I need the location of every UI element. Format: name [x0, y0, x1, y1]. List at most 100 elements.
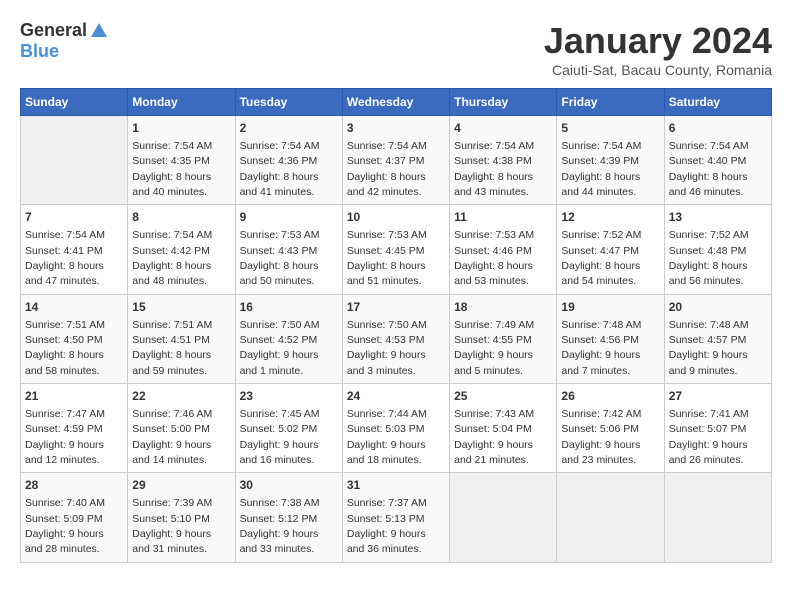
logo-icon	[89, 21, 109, 41]
day-info: Sunrise: 7:49 AM Sunset: 4:55 PM Dayligh…	[454, 319, 534, 377]
day-number: 23	[240, 388, 338, 405]
weekday-header-row: SundayMondayTuesdayWednesdayThursdayFrid…	[21, 89, 772, 116]
day-number: 10	[347, 209, 445, 226]
calendar-cell: 5 Sunrise: 7:54 AM Sunset: 4:39 PM Daylig…	[557, 116, 664, 205]
logo-blue-text: Blue	[20, 41, 59, 62]
day-info: Sunrise: 7:40 AM Sunset: 5:09 PM Dayligh…	[25, 497, 105, 555]
calendar-cell: 1 Sunrise: 7:54 AM Sunset: 4:35 PM Daylig…	[128, 116, 235, 205]
day-info: Sunrise: 7:54 AM Sunset: 4:39 PM Dayligh…	[561, 140, 641, 198]
calendar-cell: 15 Sunrise: 7:51 AM Sunset: 4:51 PM Dayli…	[128, 294, 235, 383]
calendar-week-row: 14 Sunrise: 7:51 AM Sunset: 4:50 PM Dayli…	[21, 294, 772, 383]
day-number: 1	[132, 120, 230, 137]
day-info: Sunrise: 7:46 AM Sunset: 5:00 PM Dayligh…	[132, 408, 212, 466]
calendar-cell: 8Sunrise: 7:54 AM Sunset: 4:42 PM Daylig…	[128, 205, 235, 294]
calendar-cell: 13Sunrise: 7:52 AM Sunset: 4:48 PM Dayli…	[664, 205, 771, 294]
calendar-cell	[450, 473, 557, 562]
calendar-cell: 4 Sunrise: 7:54 AM Sunset: 4:38 PM Daylig…	[450, 116, 557, 205]
calendar-cell: 31Sunrise: 7:37 AM Sunset: 5:13 PM Dayli…	[342, 473, 449, 562]
calendar-cell: 12Sunrise: 7:52 AM Sunset: 4:47 PM Dayli…	[557, 205, 664, 294]
calendar-cell	[21, 116, 128, 205]
day-info: Sunrise: 7:51 AM Sunset: 4:51 PM Dayligh…	[132, 319, 212, 377]
calendar-cell: 11 Sunrise: 7:53 AM Sunset: 4:46 PM Dayli…	[450, 205, 557, 294]
day-info: Sunrise: 7:52 AM Sunset: 4:48 PM Dayligh…	[669, 229, 749, 287]
day-info: Sunrise: 7:42 AM Sunset: 5:06 PM Dayligh…	[561, 408, 641, 466]
calendar-cell: 6 Sunrise: 7:54 AM Sunset: 4:40 PM Daylig…	[664, 116, 771, 205]
day-number: 25	[454, 388, 552, 405]
weekday-header: Thursday	[450, 89, 557, 116]
day-number: 31	[347, 477, 445, 494]
calendar-week-row: 7 Sunrise: 7:54 AM Sunset: 4:41 PM Daylig…	[21, 205, 772, 294]
weekday-header: Friday	[557, 89, 664, 116]
day-number: 29	[132, 477, 230, 494]
day-info: Sunrise: 7:54 AM Sunset: 4:41 PM Dayligh…	[25, 229, 105, 287]
day-info: Sunrise: 7:53 AM Sunset: 4:45 PM Dayligh…	[347, 229, 427, 287]
calendar-cell: 22 Sunrise: 7:46 AM Sunset: 5:00 PM Dayli…	[128, 384, 235, 473]
calendar-cell: 20Sunrise: 7:48 AM Sunset: 4:57 PM Dayli…	[664, 294, 771, 383]
calendar-cell: 23 Sunrise: 7:45 AM Sunset: 5:02 PM Dayli…	[235, 384, 342, 473]
day-info: Sunrise: 7:43 AM Sunset: 5:04 PM Dayligh…	[454, 408, 534, 466]
calendar-cell	[557, 473, 664, 562]
day-number: 5	[561, 120, 659, 137]
weekday-header: Sunday	[21, 89, 128, 116]
day-info: Sunrise: 7:45 AM Sunset: 5:02 PM Dayligh…	[240, 408, 320, 466]
day-number: 9	[240, 209, 338, 226]
calendar-cell: 17Sunrise: 7:50 AM Sunset: 4:53 PM Dayli…	[342, 294, 449, 383]
day-number: 11	[454, 209, 552, 226]
calendar-cell: 21Sunrise: 7:47 AM Sunset: 4:59 PM Dayli…	[21, 384, 128, 473]
day-number: 16	[240, 299, 338, 316]
day-number: 18	[454, 299, 552, 316]
calendar-cell: 9 Sunrise: 7:53 AM Sunset: 4:43 PM Daylig…	[235, 205, 342, 294]
day-number: 22	[132, 388, 230, 405]
day-info: Sunrise: 7:54 AM Sunset: 4:42 PM Dayligh…	[132, 229, 212, 287]
logo-general-text: General	[20, 20, 87, 41]
day-info: Sunrise: 7:48 AM Sunset: 4:57 PM Dayligh…	[669, 319, 749, 377]
calendar-cell: 2Sunrise: 7:54 AM Sunset: 4:36 PM Daylig…	[235, 116, 342, 205]
day-number: 17	[347, 299, 445, 316]
day-number: 7	[25, 209, 123, 226]
month-title: January 2024	[544, 20, 772, 62]
calendar-cell: 14 Sunrise: 7:51 AM Sunset: 4:50 PM Dayli…	[21, 294, 128, 383]
day-number: 14	[25, 299, 123, 316]
day-number: 28	[25, 477, 123, 494]
day-info: Sunrise: 7:54 AM Sunset: 4:40 PM Dayligh…	[669, 140, 749, 198]
calendar-week-row: 28 Sunrise: 7:40 AM Sunset: 5:09 PM Dayli…	[21, 473, 772, 562]
calendar-cell: 16 Sunrise: 7:50 AM Sunset: 4:52 PM Dayli…	[235, 294, 342, 383]
title-area: January 2024 Caiuti-Sat, Bacau County, R…	[544, 20, 772, 78]
day-info: Sunrise: 7:47 AM Sunset: 4:59 PM Dayligh…	[25, 408, 105, 466]
calendar-cell: 26Sunrise: 7:42 AM Sunset: 5:06 PM Dayli…	[557, 384, 664, 473]
day-info: Sunrise: 7:50 AM Sunset: 4:52 PM Dayligh…	[240, 319, 320, 377]
calendar-cell: 27 Sunrise: 7:41 AM Sunset: 5:07 PM Dayli…	[664, 384, 771, 473]
calendar-table: SundayMondayTuesdayWednesdayThursdayFrid…	[20, 88, 772, 563]
day-number: 15	[132, 299, 230, 316]
day-number: 24	[347, 388, 445, 405]
calendar-cell: 19Sunrise: 7:48 AM Sunset: 4:56 PM Dayli…	[557, 294, 664, 383]
day-info: Sunrise: 7:41 AM Sunset: 5:07 PM Dayligh…	[669, 408, 749, 466]
day-info: Sunrise: 7:54 AM Sunset: 4:37 PM Dayligh…	[347, 140, 427, 198]
day-info: Sunrise: 7:54 AM Sunset: 4:38 PM Dayligh…	[454, 140, 534, 198]
day-info: Sunrise: 7:54 AM Sunset: 4:35 PM Dayligh…	[132, 140, 212, 198]
calendar-cell: 3 Sunrise: 7:54 AM Sunset: 4:37 PM Daylig…	[342, 116, 449, 205]
calendar-cell	[664, 473, 771, 562]
day-info: Sunrise: 7:51 AM Sunset: 4:50 PM Dayligh…	[25, 319, 105, 377]
day-info: Sunrise: 7:53 AM Sunset: 4:46 PM Dayligh…	[454, 229, 534, 287]
day-number: 3	[347, 120, 445, 137]
day-info: Sunrise: 7:39 AM Sunset: 5:10 PM Dayligh…	[132, 497, 212, 555]
calendar-cell: 18 Sunrise: 7:49 AM Sunset: 4:55 PM Dayli…	[450, 294, 557, 383]
day-info: Sunrise: 7:52 AM Sunset: 4:47 PM Dayligh…	[561, 229, 641, 287]
day-number: 4	[454, 120, 552, 137]
header: General Blue January 2024 Caiuti-Sat, Ba…	[20, 20, 772, 78]
calendar-cell: 30Sunrise: 7:38 AM Sunset: 5:12 PM Dayli…	[235, 473, 342, 562]
day-info: Sunrise: 7:54 AM Sunset: 4:36 PM Dayligh…	[240, 140, 320, 198]
logo: General Blue	[20, 20, 109, 62]
day-info: Sunrise: 7:44 AM Sunset: 5:03 PM Dayligh…	[347, 408, 427, 466]
day-number: 6	[669, 120, 767, 137]
weekday-header: Wednesday	[342, 89, 449, 116]
calendar-body: 1 Sunrise: 7:54 AM Sunset: 4:35 PM Daylig…	[21, 116, 772, 563]
calendar-week-row: 1 Sunrise: 7:54 AM Sunset: 4:35 PM Daylig…	[21, 116, 772, 205]
day-info: Sunrise: 7:53 AM Sunset: 4:43 PM Dayligh…	[240, 229, 320, 287]
day-number: 27	[669, 388, 767, 405]
day-info: Sunrise: 7:48 AM Sunset: 4:56 PM Dayligh…	[561, 319, 641, 377]
calendar-header: SundayMondayTuesdayWednesdayThursdayFrid…	[21, 89, 772, 116]
weekday-header: Saturday	[664, 89, 771, 116]
day-number: 30	[240, 477, 338, 494]
